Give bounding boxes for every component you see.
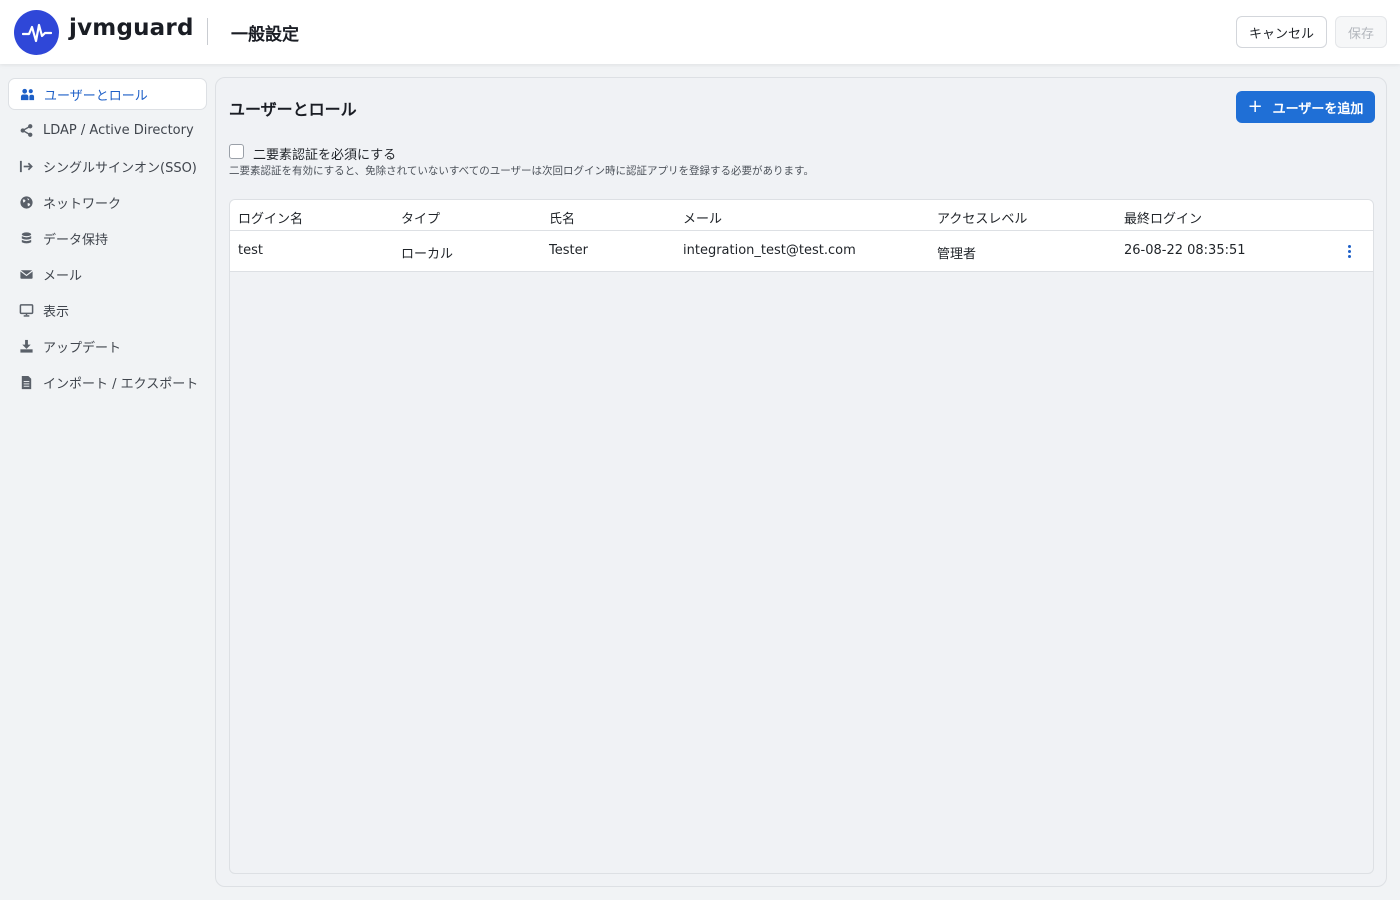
cell-email: integration_test@test.com [683,243,856,258]
sign-in-icon [18,158,34,174]
sidebar-item-updates[interactable]: アップデート [8,330,207,362]
sidebar-item-label: データ保持 [43,232,109,248]
add-user-button[interactable]: + ユーザーを追加 [1236,91,1375,123]
sidebar-item-users-roles[interactable]: ユーザーとロール [8,78,207,110]
app-header: jvmguard 一般設定 キャンセル 保存 [0,0,1400,64]
header-divider [207,18,208,45]
database-icon [18,230,34,246]
sidebar-item-mail[interactable]: メール [8,258,207,290]
table-row[interactable]: test ローカル Tester integration_test@test.c… [230,231,1373,272]
table-header: ログイン名 タイプ 氏名 メール アクセスレベル 最終ログイン [230,200,1373,231]
monitor-icon [18,302,34,318]
sidebar-item-import-export[interactable]: インポート / エクスポート [8,366,207,398]
column-header-email[interactable]: メール [683,208,722,227]
sidebar-item-label: インポート / エクスポート [43,376,199,392]
sidebar-item-ldap[interactable]: LDAP / Active Directory [8,114,207,146]
globe-icon [18,194,34,210]
save-button[interactable]: 保存 [1335,16,1387,48]
two-factor-label: 二要素認証を必須にする [253,148,397,163]
two-factor-description: 二要素認証を有効にすると、免除されていないすべてのユーザーは次回ログイン時に認証… [229,165,814,177]
cell-last-login: 26-08-22 08:35:51 [1124,243,1246,258]
sidebar-item-display[interactable]: 表示 [8,294,207,326]
two-factor-checkbox[interactable] [229,144,244,159]
sidebar-item-label: ユーザーとロール [44,88,148,104]
sidebar-item-label: ネットワーク [43,196,122,212]
column-header-access-level[interactable]: アクセスレベル [937,208,1027,227]
section-title: ユーザーとロール [229,100,357,119]
file-icon [18,374,34,390]
download-icon [18,338,34,354]
cell-name: Tester [549,243,588,258]
cell-type: ローカル [401,247,454,262]
settings-sidebar: ユーザーとロール LDAP / Active Directory シングルサイン… [0,64,215,900]
column-header-type[interactable]: タイプ [401,208,440,227]
sidebar-item-label: アップデート [43,340,122,356]
plus-icon: + [1247,96,1263,117]
sidebar-item-label: 表示 [43,304,70,320]
add-user-label: ユーザーを追加 [1272,101,1364,117]
cell-login: test [238,243,263,258]
sidebar-item-label: LDAP / Active Directory [43,122,194,138]
column-header-login[interactable]: ログイン名 [238,208,303,227]
pulse-logo-icon [14,10,59,55]
brand-name: jvmguard [69,15,194,41]
users-icon [19,86,35,102]
users-roles-panel: ユーザーとロール + ユーザーを追加 二要素認証を必須にする 二要素認証を有効に… [215,77,1387,887]
row-actions-menu-icon[interactable] [1342,241,1356,261]
cancel-button[interactable]: キャンセル [1236,16,1327,48]
sidebar-item-sso[interactable]: シングルサインオン(SSO) [8,150,207,182]
sidebar-item-network[interactable]: ネットワーク [8,186,207,218]
column-header-last-login[interactable]: 最終ログイン [1124,208,1202,227]
cell-access-level: 管理者 [937,247,977,262]
share-icon [18,122,34,138]
column-header-name[interactable]: 氏名 [549,208,575,227]
users-table: ログイン名 タイプ 氏名 メール アクセスレベル 最終ログイン test ローカ… [229,199,1374,874]
sidebar-item-label: シングルサインオン(SSO) [43,160,197,176]
envelope-icon [18,266,34,282]
page-title: 一般設定 [231,25,299,45]
sidebar-item-label: メール [43,268,83,284]
sidebar-item-data-retention[interactable]: データ保持 [8,222,207,254]
